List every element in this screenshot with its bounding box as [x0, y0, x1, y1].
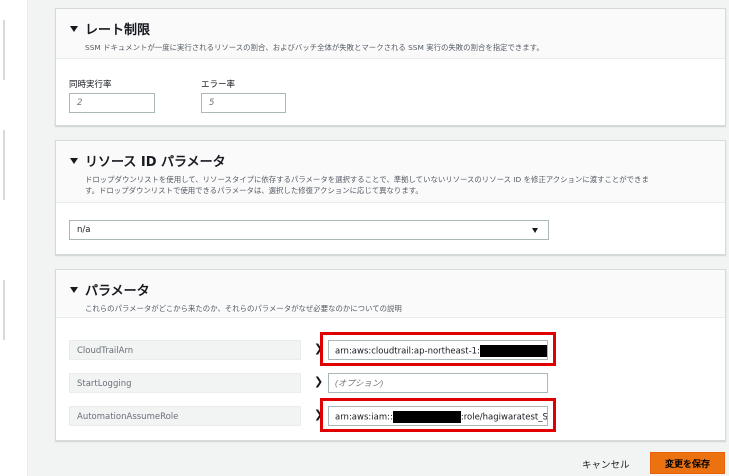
caret-down-icon: [70, 26, 78, 32]
parameters-description: これらのパラメータがどこから来たのか、それらのパラメータがなぜ必要なのかについて…: [85, 304, 402, 313]
rate-limit-panel: レート制限 SSM ドキュメントが一度に実行されるリソースの割合、およびバッチ全…: [55, 8, 726, 126]
rate-limit-header[interactable]: レート制限 SSM ドキュメントが一度に実行されるリソースの割合、およびバッチ全…: [56, 9, 725, 59]
resource-id-select[interactable]: n/a: [69, 220, 549, 240]
caret-down-icon: [70, 287, 78, 293]
left-edge-mark: [3, 280, 5, 340]
concurrency-input[interactable]: [69, 93, 155, 113]
rate-limit-title: レート制限: [85, 23, 151, 38]
param-key-startlogging: StartLogging: [69, 373, 301, 393]
left-edge-mark: [3, 20, 5, 80]
caret-down-icon: [70, 158, 78, 164]
resource-id-description-line1: ドロップダウンリストを使用して、リソースタイプに依存するパラメータを選択すること…: [85, 175, 649, 184]
param-key-cloudtrailarn: CloudTrailArn: [69, 340, 301, 360]
error-rate-input[interactable]: [201, 93, 286, 113]
resource-id-select-value: n/a: [77, 225, 91, 235]
parameters-header[interactable]: パラメータ これらのパラメータがどこから来たのか、それらのパラメータがなぜ必要な…: [56, 270, 725, 318]
rate-limit-description: SSM ドキュメントが一度に実行されるリソースの割合、およびバッチ全体が失敗とマ…: [85, 43, 544, 52]
resource-id-header[interactable]: リソース ID パラメータ ドロップダウンリストを使用して、リソースタイプに依存…: [56, 141, 725, 203]
highlight-box: [320, 398, 556, 432]
parameters-panel: パラメータ これらのパラメータがどこから来たのか、それらのパラメータがなぜ必要な…: [55, 269, 726, 441]
resource-id-description: ドロップダウンリストを使用して、リソースタイプに依存するパラメータを選択すること…: [85, 174, 711, 196]
left-edge-strip: [0, 0, 28, 476]
concurrency-label: 同時実行率: [69, 80, 112, 90]
parameters-title: パラメータ: [85, 284, 150, 299]
cancel-button[interactable]: キャンセル: [582, 457, 630, 471]
left-edge-mark: [3, 130, 5, 200]
rate-limit-title-row: レート制限: [70, 19, 711, 38]
dropdown-arrow-icon: [532, 228, 538, 233]
resource-id-title-row: リソース ID パラメータ: [70, 151, 711, 170]
param-key-automationassumerole: AutomationAssumeRole: [69, 406, 301, 426]
highlight-box: [320, 332, 556, 366]
parameters-title-row: パラメータ: [70, 280, 711, 299]
param-value-startlogging[interactable]: [328, 373, 548, 393]
save-changes-button[interactable]: 変更を保存: [650, 452, 725, 474]
resource-id-description-line2: す。ドロップダウンリストで使用できるパラメータは、選択した修復アクションに応じて…: [85, 186, 423, 195]
error-rate-label: エラー率: [201, 80, 236, 90]
resource-id-panel: リソース ID パラメータ ドロップダウンリストを使用して、リソースタイプに依存…: [55, 140, 726, 255]
chevron-right-icon: ❯: [314, 375, 324, 388]
resource-id-title: リソース ID パラメータ: [85, 155, 226, 170]
